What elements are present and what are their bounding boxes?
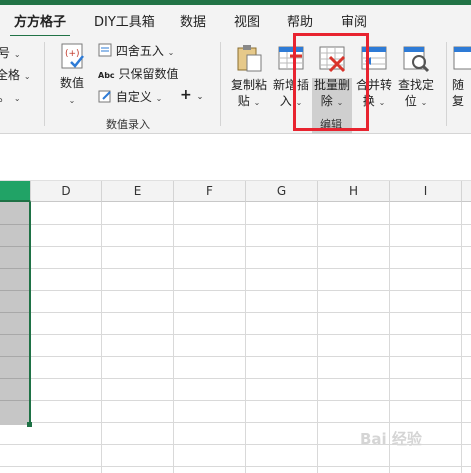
- selected-row-line: [0, 378, 29, 379]
- grid-column: [31, 202, 102, 473]
- column-header-g[interactable]: G: [246, 181, 318, 202]
- row-line: [0, 378, 471, 379]
- row-line: [0, 400, 471, 401]
- group-separator: [220, 42, 221, 126]
- grid-column: [246, 202, 318, 473]
- round-button[interactable]: 四舍五入 ⌄: [98, 42, 174, 59]
- selected-row-line: [0, 356, 29, 357]
- find-icon: [403, 46, 430, 73]
- clipboard-icon: [237, 45, 262, 72]
- column-header-d[interactable]: D: [31, 181, 102, 202]
- tab-review[interactable]: 审阅: [341, 11, 367, 30]
- row-line: [0, 356, 471, 357]
- find-locate-button[interactable]: 查找定位 ⌄: [395, 44, 437, 111]
- selected-row-line: [0, 246, 29, 247]
- value-icon: (+): [61, 43, 84, 69]
- row-line: [0, 224, 471, 225]
- selected-row-line: [0, 334, 29, 335]
- round-icon: [98, 43, 112, 57]
- custom-edit-icon: [98, 90, 111, 103]
- column-header-partial[interactable]: [462, 181, 471, 202]
- row-line: [0, 268, 471, 269]
- row-line: [0, 334, 471, 335]
- keep-value-button[interactable]: Abc 只保留数值: [98, 65, 179, 82]
- row-line: [0, 312, 471, 313]
- svg-text:(+): (+): [65, 49, 80, 59]
- selected-row-line: [0, 290, 29, 291]
- column-header-f[interactable]: F: [174, 181, 246, 202]
- tab-data[interactable]: 数据: [180, 11, 206, 30]
- row-line: [0, 422, 471, 423]
- grid-column: [102, 202, 174, 473]
- group-separator: [446, 42, 447, 126]
- grid-column: [174, 202, 246, 473]
- selected-row-line: [0, 224, 29, 225]
- group-separator: [44, 42, 45, 126]
- custom-button[interactable]: 自定义 ⌄: [98, 88, 162, 105]
- value-button[interactable]: (+) 数值 ⌄: [54, 42, 90, 109]
- ribbon-body: 号 ⌄ 全格 ⌄ 。 ⌄ (+) 数值⌄ 四舍五入 ⌄ Abc 只保留数值 自定…: [0, 36, 471, 148]
- row-line: [0, 290, 471, 291]
- column-header-e[interactable]: E: [102, 181, 174, 202]
- random-button[interactable]: 随复: [452, 44, 471, 109]
- row-line: [0, 246, 471, 247]
- add-more-button[interactable]: + ⌄: [180, 87, 203, 103]
- random-icon: [453, 46, 471, 70]
- tab-fangfang[interactable]: 方方格子: [14, 11, 66, 30]
- selected-row-line: [0, 268, 29, 269]
- tab-diy-toolbox[interactable]: DIY工具箱: [94, 11, 155, 30]
- numeric-group-label: 数值录入: [106, 118, 150, 131]
- tab-view[interactable]: 视图: [234, 11, 260, 30]
- highlight-annotation-box: [293, 33, 369, 131]
- selected-row-line: [0, 400, 29, 401]
- ribbon-tabs: 方方格子 DIY工具箱 数据 视图 帮助 审阅: [0, 5, 471, 38]
- partial-item-1[interactable]: 号 ⌄: [0, 44, 21, 61]
- selected-row-line: [0, 312, 29, 313]
- abc-icon: Abc: [98, 71, 115, 80]
- copy-paste-button[interactable]: 复制粘贴 ⌄: [228, 44, 270, 111]
- column-header-i[interactable]: I: [390, 181, 462, 202]
- row-line: [0, 466, 471, 467]
- fill-handle[interactable]: [27, 422, 32, 427]
- watermark: Bai 经验: [360, 430, 422, 448]
- column-header-h[interactable]: H: [318, 181, 390, 202]
- formula-bar-area: [0, 134, 471, 181]
- selected-range[interactable]: [0, 202, 31, 425]
- partial-item-2[interactable]: 全格 ⌄: [0, 66, 31, 83]
- column-header-selected[interactable]: [0, 181, 31, 202]
- partial-item-3[interactable]: 。 ⌄: [0, 88, 21, 105]
- tab-help[interactable]: 帮助: [287, 11, 313, 30]
